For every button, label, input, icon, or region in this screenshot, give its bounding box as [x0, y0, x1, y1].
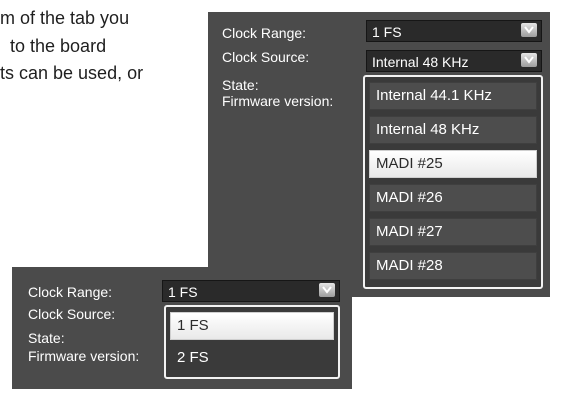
- clock-range-select[interactable]: 1 FS: [162, 280, 340, 302]
- chevron-down-icon[interactable]: [319, 283, 335, 297]
- dropdown-option[interactable]: MADI #26: [369, 184, 537, 212]
- clock-range-label: Clock Range:: [28, 284, 113, 300]
- dropdown-option-selected[interactable]: MADI #25: [369, 150, 537, 178]
- doc-text-line: to the board: [10, 36, 107, 56]
- clock-range-panel: Clock Range: Clock Source: State: Firmwa…: [12, 267, 352, 389]
- clock-source-dropdown: Internal 44.1 KHz Internal 48 KHz MADI #…: [363, 75, 543, 289]
- clock-source-select[interactable]: Internal 48 KHz: [366, 50, 542, 72]
- dropdown-option[interactable]: MADI #27: [369, 218, 537, 246]
- clock-source-label: Clock Source:: [28, 306, 116, 322]
- clock-range-label: Clock Range:: [222, 25, 307, 41]
- clock-range-dropdown: 1 FS 2 FS: [164, 305, 340, 379]
- clock-range-value: 1 FS: [168, 284, 198, 300]
- doc-text-line: ts can be used, or: [0, 63, 144, 83]
- clock-settings-panel: Clock Range: Clock Source: State: Firmwa…: [208, 12, 550, 297]
- clock-range-value: 1 FS: [372, 24, 402, 40]
- clock-source-value: Internal 48 KHz: [372, 54, 469, 70]
- firmware-version-label: Firmware version:: [222, 93, 334, 109]
- chevron-down-icon[interactable]: [521, 53, 537, 67]
- dropdown-option-selected[interactable]: 1 FS: [170, 312, 334, 340]
- chevron-down-icon[interactable]: [521, 23, 537, 37]
- firmware-version-label: Firmware version:: [28, 348, 140, 364]
- clock-source-label: Clock Source:: [222, 49, 310, 65]
- doc-text-line: m of the tab you: [0, 8, 130, 28]
- dropdown-option[interactable]: Internal 48 KHz: [369, 116, 537, 144]
- clock-range-select[interactable]: 1 FS: [366, 20, 542, 42]
- state-label: State:: [28, 330, 65, 346]
- state-label: State:: [222, 77, 259, 93]
- dropdown-option[interactable]: MADI #28: [369, 252, 537, 280]
- dropdown-option[interactable]: Internal 44.1 KHz: [369, 82, 537, 110]
- dropdown-option[interactable]: 2 FS: [170, 344, 334, 372]
